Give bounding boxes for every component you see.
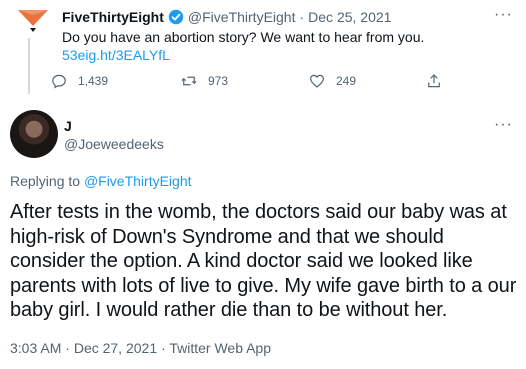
parent-date[interactable]: Dec 25, 2021 [308,9,391,25]
reply-meta-separator-2: · [161,340,166,356]
parent-tweet-link[interactable]: 53eig.ht/3EALYfL [62,46,170,65]
parent-more-options-icon[interactable]: ··· [494,6,513,24]
fivethirtyeight-logo-icon [18,10,48,32]
share-icon [428,74,440,88]
like-count: 249 [336,74,357,88]
reply-author-handle[interactable]: @Joeweedeeks [64,136,164,152]
parent-separator: · [299,9,305,25]
retweet-count: 973 [208,74,229,88]
reply-tweet-text: After tests in the womb, the doctors sai… [10,201,517,322]
parent-tweet-header: FiveThirtyEight @FiveThirtyEight · Dec 2… [62,8,391,26]
retweet-icon [181,76,197,86]
reply-count: 1,439 [78,74,109,88]
reply-button[interactable]: 1,439 [50,72,108,90]
share-button[interactable] [425,72,443,90]
parent-handle[interactable]: @FiveThirtyEight [188,9,296,25]
reply-time[interactable]: 3:03 AM [10,340,61,356]
replying-to-mention[interactable]: @FiveThirtyEight [84,173,192,189]
reply-date[interactable]: Dec 27, 2021 [74,340,157,356]
reply-more-options-icon[interactable]: ··· [494,116,513,134]
reply-source: Twitter Web App [169,340,272,356]
parent-tweet-text: Do you have an abortion story? We want t… [62,29,425,45]
reply-author-avatar[interactable] [10,110,58,158]
retweet-button[interactable]: 973 [180,72,228,90]
fivethirtyeight-logo[interactable] [18,10,48,32]
reply-icon [52,74,66,89]
replying-to-line: Replying to @FiveThirtyEight [10,173,192,189]
parent-action-bar: 1,439 973 249 [50,72,450,92]
reply-meta-separator-1: · [65,340,70,356]
parent-author-name[interactable]: FiveThirtyEight [62,9,164,25]
heart-icon [310,74,324,88]
reply-meta-line: 3:03 AM · Dec 27, 2021 · Twitter Web App [10,340,271,356]
thread-connector-line [28,38,30,94]
like-button[interactable]: 249 [308,72,356,90]
verified-badge-icon [168,9,184,25]
reply-author-name[interactable]: J [64,118,72,134]
replying-to-prefix: Replying to [10,173,81,189]
